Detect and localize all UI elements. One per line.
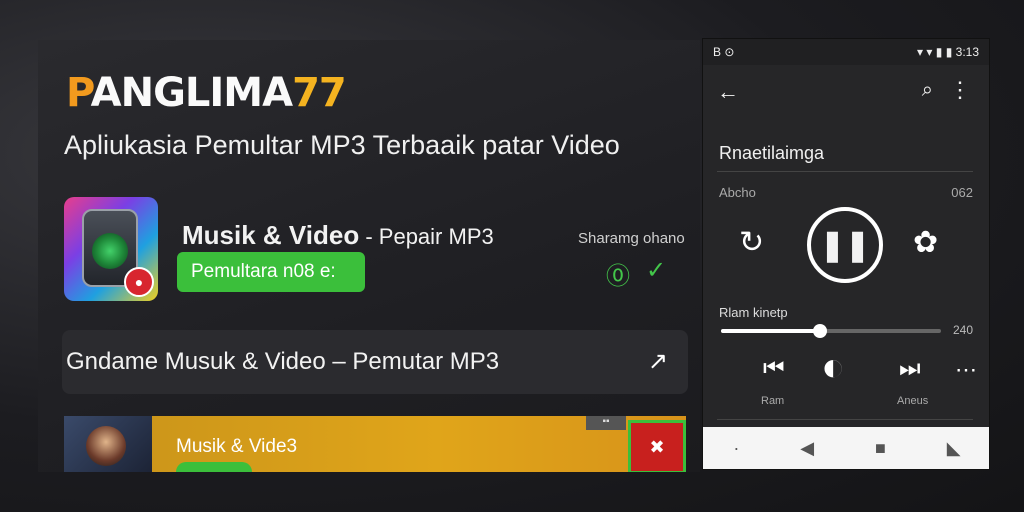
seek-end-time: 240 — [952, 323, 973, 337]
card-thumbnail — [64, 416, 152, 472]
card-pill-button[interactable] — [176, 462, 252, 472]
share-icons: ⓪ ✓ — [606, 256, 666, 291]
play-pause-icon[interactable]: ◐ — [821, 345, 845, 390]
nav-bar: · ◀ ■ ◣ — [703, 427, 989, 469]
shuffle-icon[interactable]: ✿ — [913, 225, 938, 260]
seek-bar[interactable] — [721, 324, 941, 338]
status-left: B ⊙ — [713, 45, 735, 59]
track-meta-left: Abcho — [719, 185, 756, 200]
app-title: Musik & Video - Pepair MP3 — [182, 220, 494, 251]
divider — [717, 419, 973, 420]
player-toolbar: ← ⌕ ⋮ — [703, 65, 989, 121]
link-row[interactable]: Gndame Musuk & Video – Pemutar MP3 ↗ — [62, 330, 688, 394]
seek-fill — [721, 329, 820, 333]
seek-label: Rlam kinetp — [719, 305, 788, 320]
track-title: Rnaetilaimga — [719, 143, 825, 163]
brand-name: ANGLIMA — [90, 70, 293, 116]
nav-back-icon[interactable]: ◀ — [800, 438, 814, 459]
install-button[interactable]: Pemultara n08 e: — [177, 252, 365, 292]
brand-number: 77 — [292, 70, 347, 116]
card-menu-icon[interactable]: ▪▪ — [586, 416, 626, 430]
link-row-text: Gndame Musuk & Video – Pemutar MP3 — [66, 348, 500, 375]
nav-recents-icon[interactable]: ◣ — [947, 438, 961, 459]
nav-dot-icon: · — [733, 437, 740, 458]
back-arrow-icon[interactable]: ← — [717, 79, 739, 105]
repeat-icon[interactable]: ↻ — [739, 225, 764, 260]
check-icon[interactable]: ✓ — [646, 256, 666, 291]
app-title-light: - Pepair MP3 — [359, 224, 494, 249]
main-panel: PANGLIMA77 Apliukasia Pemultar MP3 Terba… — [38, 40, 700, 472]
next-label: Aneus — [897, 395, 929, 407]
phone-player: B ⊙ ▾ ▾ ▮ ▮ 3:13 ← ⌕ ⋮ Rnaetilaimga Abch… — [702, 38, 990, 470]
track-meta-right: 062 — [951, 185, 973, 200]
close-icon[interactable]: ✖ — [628, 420, 686, 472]
search-icon[interactable]: ⌕ — [922, 79, 933, 102]
share-app-icon[interactable]: ⓪ — [606, 256, 630, 291]
nav-home-icon[interactable]: ■ — [875, 438, 886, 459]
record-icon: ● — [124, 267, 154, 297]
arrow-up-right-icon: ↗ — [647, 348, 668, 375]
app-icon[interactable]: ● — [64, 197, 158, 301]
pause-button[interactable]: ❚❚ — [807, 207, 883, 283]
status-bar: B ⊙ ▾ ▾ ▮ ▮ 3:13 — [703, 39, 989, 65]
page-subtitle: Apliukasia Pemultar MP3 Terbaaik patar V… — [64, 130, 620, 160]
brand-logo: PANGLIMA77 — [66, 70, 347, 116]
status-right: ▾ ▾ ▮ ▮ 3:13 — [917, 45, 979, 59]
more-horiz-icon[interactable]: ⋯ — [955, 357, 977, 383]
share-label: Sharamg ohano — [578, 230, 685, 247]
previous-icon[interactable]: ⏮ — [763, 355, 785, 383]
prev-label: Ram — [761, 395, 785, 407]
card-title: Musik & Vide3 — [176, 436, 298, 457]
media-card[interactable]: Musik & Vide3 ▪▪ ✖ — [64, 416, 686, 472]
divider — [717, 171, 973, 172]
app-title-bold: Musik & Video — [182, 220, 360, 250]
next-icon[interactable]: ⏭ — [899, 355, 921, 383]
more-vert-icon[interactable]: ⋮ — [949, 77, 971, 103]
seek-handle[interactable] — [813, 324, 827, 338]
brand-p: P — [66, 70, 92, 116]
